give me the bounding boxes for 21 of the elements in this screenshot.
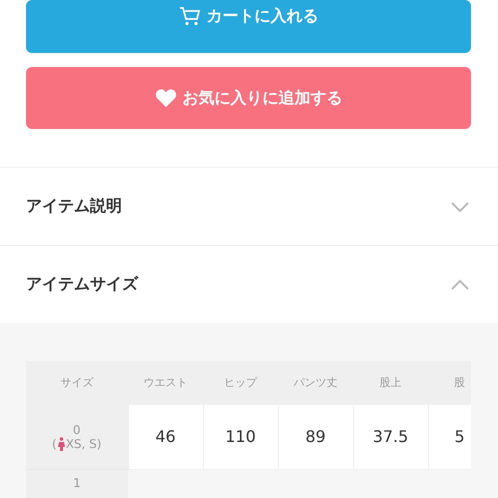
column-header: 股上	[380, 376, 402, 389]
cart-icon	[178, 6, 200, 26]
column-header: 股	[454, 376, 465, 389]
accordion-header[interactable]: アイテム説明	[0, 167, 498, 245]
fit-label: XS, S)	[66, 436, 102, 450]
chevron-up-icon	[450, 278, 470, 290]
table-cell: 5	[454, 427, 465, 446]
woman-icon	[58, 436, 65, 450]
column-header: ウエスト	[144, 376, 188, 389]
column-header: サイズ	[60, 376, 94, 390]
table-cell: 37.5	[372, 427, 408, 446]
table-cell: 89	[305, 427, 326, 446]
fit-paren: (	[52, 436, 57, 450]
size-label: 1	[72, 476, 82, 490]
table-cell: 46	[155, 427, 176, 446]
table-cell: 110	[225, 427, 256, 446]
column-header: ヒップ	[224, 376, 257, 389]
column-header: パンツ丈	[294, 376, 338, 389]
chevron-down-icon	[450, 200, 470, 212]
heart-icon	[154, 88, 176, 108]
size-label: 0	[72, 422, 82, 436]
